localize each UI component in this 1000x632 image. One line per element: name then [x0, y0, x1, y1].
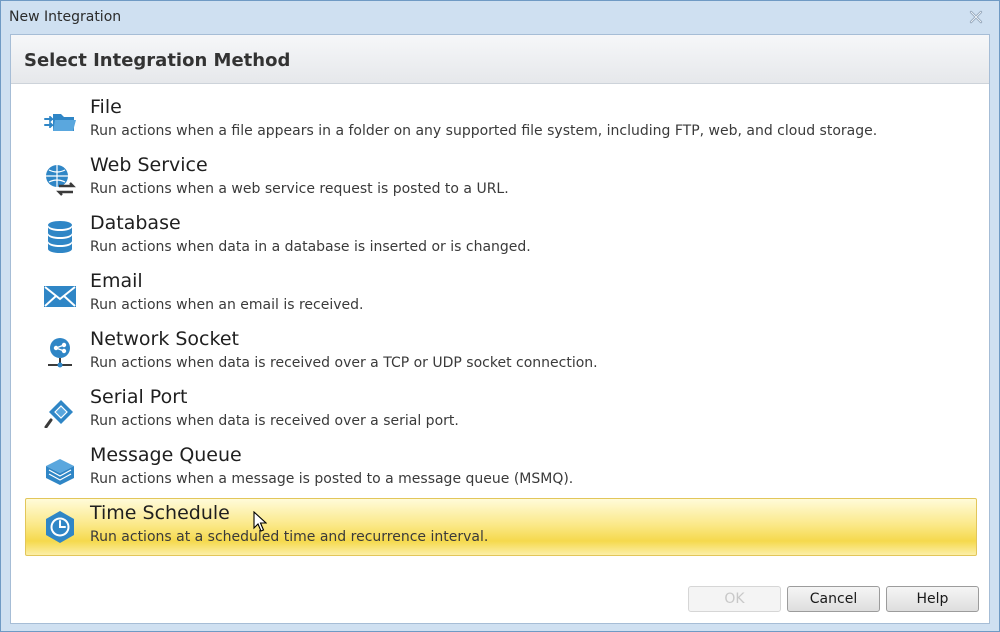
window-title: New Integration: [9, 9, 122, 25]
option-description: Run actions when data is received over a…: [90, 355, 598, 371]
globe-arrows-icon: [46, 165, 76, 196]
option-database[interactable]: Database Run actions when data in a data…: [25, 208, 977, 266]
option-message-queue[interactable]: Message Queue Run actions when a message…: [25, 440, 977, 498]
clock-icon: [46, 511, 74, 543]
envelope-icon: [44, 286, 76, 307]
option-name: Serial Port: [90, 386, 188, 408]
option-time-schedule[interactable]: Time Schedule Run actions at a scheduled…: [25, 498, 977, 556]
option-name: Network Socket: [90, 328, 239, 350]
panel-title: Select Integration Method: [24, 50, 291, 71]
integration-method-panel: Select Integration Method File Run actio…: [10, 34, 990, 624]
option-description: Run actions at a scheduled time and recu…: [90, 529, 489, 545]
cancel-button[interactable]: Cancel: [787, 586, 880, 612]
option-web-service[interactable]: Web Service Run actions when a web servi…: [25, 150, 977, 208]
integration-method-list: File Run actions when a file appears in …: [25, 92, 977, 556]
option-name: File: [90, 96, 122, 118]
option-name: Email: [90, 270, 143, 292]
option-serial-port[interactable]: Serial Port Run actions when data is rec…: [25, 382, 977, 440]
option-description: Run actions when data is received over a…: [90, 413, 459, 429]
option-name: Time Schedule: [90, 502, 230, 524]
close-icon[interactable]: [967, 8, 985, 26]
option-description: Run actions when a message is posted to …: [90, 471, 574, 487]
option-description: Run actions when an email is received.: [90, 297, 364, 313]
network-socket-icon: [48, 338, 72, 368]
option-network-socket[interactable]: Network Socket Run actions when data is …: [25, 324, 977, 382]
option-name: Database: [90, 212, 181, 234]
option-file[interactable]: File Run actions when a file appears in …: [25, 92, 977, 150]
message-queue-icon: [46, 459, 74, 485]
database-icon: [48, 221, 72, 253]
ok-button[interactable]: OK: [688, 586, 781, 612]
title-bar[interactable]: New Integration: [1, 1, 999, 33]
option-email[interactable]: Email Run actions when an email is recei…: [25, 266, 977, 324]
panel-header: Select Integration Method: [11, 35, 989, 84]
option-name: Web Service: [90, 154, 208, 176]
dialog-window: New Integration Select Integration Metho…: [0, 0, 1000, 632]
option-description: Run actions when a file appears in a fol…: [90, 123, 878, 139]
serial-port-icon: [44, 400, 73, 428]
folder-icon: [44, 114, 76, 131]
mouse-cursor-icon: [253, 511, 267, 532]
option-description: Run actions when a web service request i…: [90, 181, 509, 197]
option-name: Message Queue: [90, 444, 242, 466]
option-description: Run actions when data in a database is i…: [90, 239, 531, 255]
help-button[interactable]: Help: [886, 586, 979, 612]
